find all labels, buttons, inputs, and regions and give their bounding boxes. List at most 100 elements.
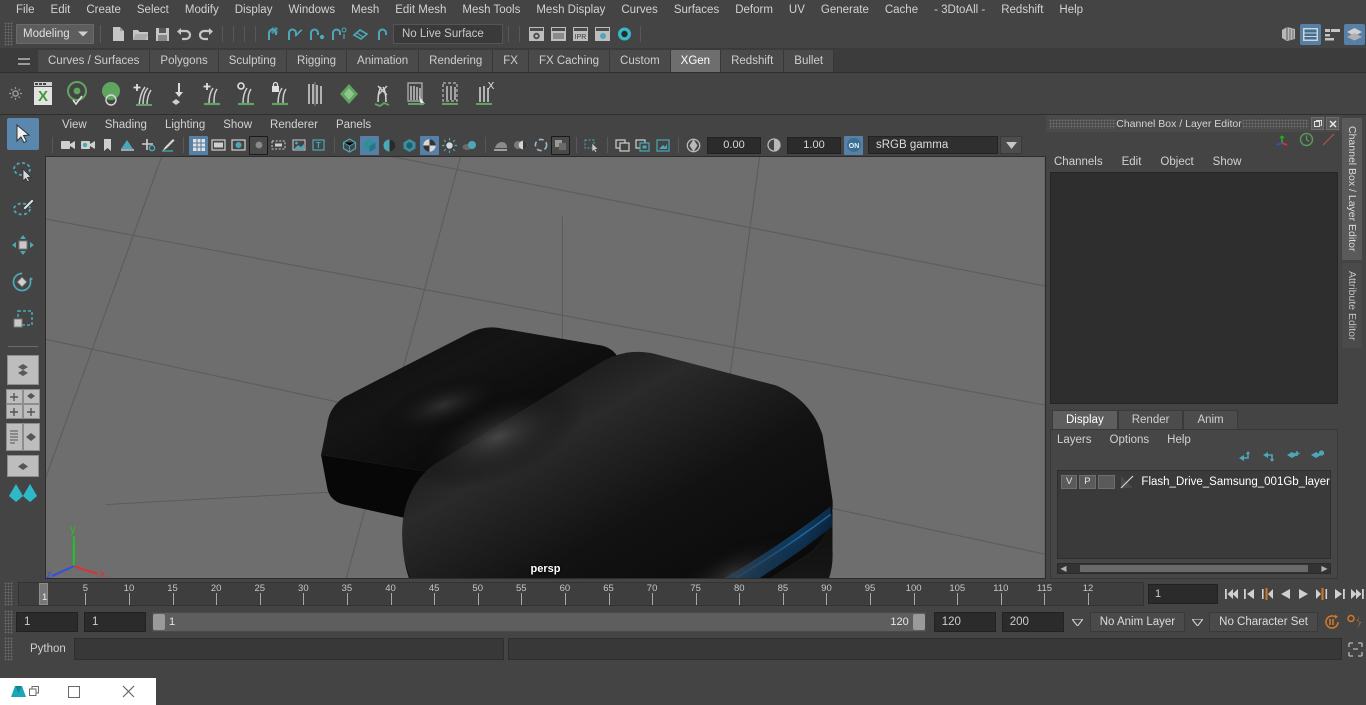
image-plane-icon[interactable] bbox=[118, 136, 137, 155]
xgen-add-guides-icon[interactable] bbox=[128, 75, 162, 113]
shelf-tab-bullet[interactable]: Bullet bbox=[784, 50, 835, 72]
persp-graph-layout[interactable] bbox=[22, 404, 40, 419]
viewport-canvas[interactable]: y x z bbox=[46, 157, 1045, 579]
live-surface-field[interactable]: No Live Surface bbox=[393, 24, 503, 44]
menu-item-display[interactable]: Display bbox=[227, 2, 281, 18]
select-marquee-icon[interactable] bbox=[582, 136, 601, 155]
undo-icon[interactable] bbox=[173, 23, 195, 45]
scroll-right-icon[interactable]: ▶ bbox=[1319, 564, 1330, 573]
xgen-region-icon[interactable] bbox=[434, 75, 468, 113]
shelf-tab-custom[interactable]: Custom bbox=[610, 50, 671, 72]
layer-tab-anim[interactable]: Anim bbox=[1183, 410, 1238, 429]
shelf-options-gear-icon[interactable] bbox=[4, 74, 26, 114]
toolbox-shelf-icon[interactable] bbox=[5, 481, 41, 505]
menu-item-mesh-tools[interactable]: Mesh Tools bbox=[454, 2, 528, 18]
menu-item-file[interactable]: File bbox=[8, 2, 43, 18]
snapshot-icon[interactable] bbox=[653, 136, 672, 155]
time-slider-grip[interactable] bbox=[4, 582, 13, 606]
layout-list-group[interactable] bbox=[5, 423, 40, 451]
texture-border-icon[interactable] bbox=[289, 136, 308, 155]
scale-tool[interactable] bbox=[7, 303, 39, 335]
duplicate-view-icon[interactable] bbox=[613, 136, 632, 155]
color-space-dropdown-icon[interactable] bbox=[1000, 136, 1022, 154]
command-input[interactable] bbox=[74, 638, 504, 660]
viewport-settings-icon[interactable] bbox=[531, 136, 550, 155]
layer-menu-help[interactable]: Help bbox=[1167, 434, 1191, 446]
menu-item-windows[interactable]: Windows bbox=[280, 2, 343, 18]
animation-start-field[interactable]: 1 bbox=[16, 612, 78, 632]
viewport-menu-view[interactable]: View bbox=[53, 118, 96, 132]
shelf-tab-sculpting[interactable]: Sculpting bbox=[218, 50, 288, 72]
xgen-noise-icon[interactable] bbox=[332, 75, 366, 113]
2d-pan-zoom-icon[interactable] bbox=[138, 136, 157, 155]
lasso-select-tool[interactable] bbox=[7, 155, 39, 187]
color-space-field[interactable]: sRGB gamma bbox=[868, 136, 998, 154]
new-layer-icon[interactable] bbox=[1286, 450, 1301, 468]
close-icon[interactable] bbox=[101, 685, 156, 698]
menu-item-3dtoall[interactable]: - 3DtoAll - bbox=[926, 2, 993, 18]
single-pane-layout[interactable] bbox=[6, 355, 39, 385]
bookmark-icon[interactable] bbox=[98, 136, 117, 155]
vtab-channel-box-layer-editor[interactable]: Channel Box / Layer Editor bbox=[1342, 118, 1362, 260]
xray-icon[interactable] bbox=[269, 136, 288, 155]
layer-list[interactable]: V P Flash_Drive_Samsung_001Gb_layer bbox=[1057, 470, 1331, 559]
range-slider-grip[interactable] bbox=[4, 610, 13, 634]
menu-item-create[interactable]: Create bbox=[78, 2, 129, 18]
xgen-cut-icon[interactable] bbox=[366, 75, 400, 113]
go-to-start-icon[interactable] bbox=[1222, 584, 1240, 604]
scroll-left-icon[interactable]: ◀ bbox=[1058, 564, 1069, 573]
viewport-menu-shading[interactable]: Shading bbox=[96, 118, 156, 132]
xgen-comb-icon[interactable] bbox=[298, 75, 332, 113]
menu-set-selector[interactable]: Modeling bbox=[16, 24, 94, 44]
channel-box-toggle-icon[interactable] bbox=[1344, 23, 1365, 45]
command-language-label[interactable]: Python bbox=[16, 643, 74, 655]
vtab-attribute-editor[interactable]: Attribute Editor bbox=[1342, 262, 1362, 348]
menu-item-modify[interactable]: Modify bbox=[177, 2, 227, 18]
two-pane-layout[interactable] bbox=[5, 389, 23, 404]
copy-view-icon[interactable] bbox=[633, 136, 652, 155]
auto-keyframe-icon[interactable] bbox=[1322, 611, 1344, 633]
gate-mask-icon[interactable] bbox=[249, 135, 268, 155]
redo-icon[interactable] bbox=[195, 23, 217, 45]
viewport-menu-panels[interactable]: Panels bbox=[327, 118, 380, 132]
xgen-lock-icon[interactable] bbox=[264, 75, 298, 113]
motion-blur-icon[interactable] bbox=[511, 136, 530, 155]
menu-item-redshift[interactable]: Redshift bbox=[993, 2, 1051, 18]
axis-tripod-icon[interactable] bbox=[1275, 132, 1292, 152]
viewport-menu-renderer[interactable]: Renderer bbox=[261, 118, 327, 132]
grease-pencil-icon[interactable] bbox=[158, 136, 177, 155]
menu-item-mesh[interactable]: Mesh bbox=[343, 2, 387, 18]
make-live-icon[interactable] bbox=[371, 23, 393, 45]
clock-icon[interactable] bbox=[1299, 132, 1314, 152]
outliner-layout[interactable] bbox=[5, 423, 23, 451]
menu-item-generate[interactable]: Generate bbox=[813, 2, 877, 18]
character-set-field[interactable]: No Character Set bbox=[1209, 612, 1318, 632]
play-forwards-icon[interactable] bbox=[1294, 584, 1312, 604]
menu-item-cache[interactable]: Cache bbox=[877, 2, 926, 18]
snap-view-plane-icon[interactable] bbox=[349, 23, 371, 45]
snap-curve-icon[interactable] bbox=[283, 23, 305, 45]
undock-icon[interactable] bbox=[1311, 117, 1324, 130]
ambient-occlusion-icon[interactable] bbox=[491, 136, 510, 155]
ipr-render-icon[interactable]: IPR bbox=[569, 23, 591, 45]
smooth-shade-icon[interactable] bbox=[360, 135, 379, 155]
grid-toggle-icon[interactable] bbox=[189, 135, 208, 155]
scrollbar-thumb[interactable] bbox=[1080, 565, 1308, 572]
tool-settings-toggle-icon[interactable] bbox=[1322, 24, 1343, 45]
xgen-preview-icon[interactable] bbox=[60, 75, 94, 113]
xgen-editor-icon[interactable]: X bbox=[26, 75, 60, 113]
shadows-icon[interactable] bbox=[460, 136, 479, 155]
animation-end-field[interactable]: 200 bbox=[1001, 612, 1064, 632]
menu-item-uv[interactable]: UV bbox=[781, 2, 813, 18]
layer-menu-options[interactable]: Options bbox=[1110, 434, 1150, 446]
anim-layer-field[interactable]: No Anim Layer bbox=[1089, 612, 1186, 632]
layer-visibility-toggle[interactable]: V bbox=[1061, 474, 1078, 489]
command-output[interactable] bbox=[508, 638, 1342, 660]
menu-item-curves[interactable]: Curves bbox=[613, 2, 665, 18]
viewport-menu-show[interactable]: Show bbox=[214, 118, 261, 132]
step-forward-frame-icon[interactable] bbox=[1312, 584, 1330, 604]
layer-playback-toggle[interactable]: P bbox=[1079, 474, 1096, 489]
playback-start-field[interactable]: 1 bbox=[84, 612, 146, 632]
wireframe-icon[interactable] bbox=[340, 136, 359, 155]
script-editor-icon[interactable] bbox=[1344, 638, 1366, 660]
